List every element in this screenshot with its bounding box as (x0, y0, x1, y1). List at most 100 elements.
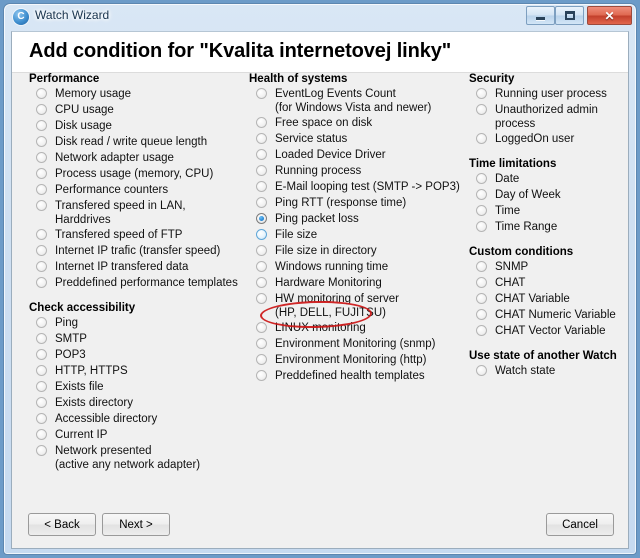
radio-option-accessible-directory[interactable]: Accessible directory (34, 412, 244, 427)
radio-option-preddefined-health-templates[interactable]: Preddefined health templates (254, 369, 469, 384)
close-button[interactable]: ✕ (587, 6, 632, 25)
radio-option-disk-usage[interactable]: Disk usage (34, 119, 244, 134)
radio-option-disk-read-write-queue-length[interactable]: Disk read / write queue length (34, 135, 244, 150)
radio-button-icon[interactable] (256, 149, 267, 160)
radio-option-running-user-process[interactable]: Running user process (474, 87, 628, 102)
radio-option-loggedon-user[interactable]: LoggedOn user (474, 132, 628, 147)
radio-option-hardware-monitoring[interactable]: Hardware Monitoring (254, 276, 469, 291)
radio-option-time[interactable]: Time (474, 204, 628, 219)
radio-option-file-size-in-directory[interactable]: File size in directory (254, 244, 469, 259)
radio-button-icon[interactable] (256, 165, 267, 176)
radio-button-icon[interactable] (36, 445, 47, 456)
radio-button-icon[interactable] (256, 261, 267, 272)
radio-button-icon[interactable] (36, 261, 47, 272)
radio-button-icon[interactable] (36, 277, 47, 288)
radio-button-icon[interactable] (256, 338, 267, 349)
radio-option-network-adapter-usage[interactable]: Network adapter usage (34, 151, 244, 166)
radio-button-icon[interactable] (36, 381, 47, 392)
radio-option-date[interactable]: Date (474, 172, 628, 187)
radio-button-icon[interactable] (36, 365, 47, 376)
radio-button-icon[interactable] (476, 309, 487, 320)
radio-option-ping[interactable]: Ping (34, 316, 244, 331)
minimize-button[interactable] (526, 6, 555, 25)
radio-button-icon[interactable] (36, 317, 47, 328)
radio-option-file-size[interactable]: File size (254, 228, 469, 243)
radio-option-free-space-on-disk[interactable]: Free space on disk (254, 116, 469, 131)
radio-option-transfered-speed-of-ftp[interactable]: Transfered speed of FTP (34, 228, 244, 243)
radio-option-performance-counters[interactable]: Performance counters (34, 183, 244, 198)
radio-button-icon[interactable] (36, 88, 47, 99)
radio-button-icon[interactable] (476, 221, 487, 232)
radio-option-chat-variable[interactable]: CHAT Variable (474, 292, 628, 307)
radio-button-icon[interactable] (36, 397, 47, 408)
radio-option-running-process[interactable]: Running process (254, 164, 469, 179)
cancel-button[interactable]: Cancel (546, 513, 614, 536)
radio-option-hw-monitoring-of-server[interactable]: HW monitoring of server (HP, DELL, FUJIT… (254, 292, 469, 320)
radio-option-current-ip[interactable]: Current IP (34, 428, 244, 443)
radio-option-cpu-usage[interactable]: CPU usage (34, 103, 244, 118)
back-button[interactable]: < Back (28, 513, 96, 536)
radio-option-http-https[interactable]: HTTP, HTTPS (34, 364, 244, 379)
radio-button-icon[interactable] (476, 205, 487, 216)
radio-button-icon[interactable] (256, 181, 267, 192)
radio-option-unauthorized-admin-process[interactable]: Unauthorized admin process (474, 103, 628, 131)
radio-option-watch-state[interactable]: Watch state (474, 364, 628, 379)
radio-button-icon[interactable] (256, 245, 267, 256)
radio-button-icon[interactable] (256, 370, 267, 381)
radio-option-snmp[interactable]: SNMP (474, 260, 628, 275)
radio-button-icon[interactable] (476, 88, 487, 99)
radio-button-icon[interactable] (476, 261, 487, 272)
title-bar[interactable]: C Watch Wizard ✕ (4, 4, 636, 31)
radio-option-transfered-speed-in-lan[interactable]: Transfered speed in LAN, Harddrives (34, 199, 244, 227)
radio-button-icon[interactable] (256, 277, 267, 288)
radio-button-icon[interactable] (476, 325, 487, 336)
radio-button-icon[interactable] (36, 413, 47, 424)
radio-button-icon[interactable] (36, 136, 47, 147)
radio-option-exists-directory[interactable]: Exists directory (34, 396, 244, 411)
radio-option-environment-monitoring-snmp[interactable]: Environment Monitoring (snmp) (254, 337, 469, 352)
radio-button-icon[interactable] (256, 354, 267, 365)
radio-button-icon[interactable] (36, 229, 47, 240)
radio-option-process-usage-memory-cpu[interactable]: Process usage (memory, CPU) (34, 167, 244, 182)
radio-option-eventlog-events-count[interactable]: EventLog Events Count (for Windows Vista… (254, 87, 469, 115)
radio-button-icon[interactable] (256, 117, 267, 128)
radio-button-icon[interactable] (256, 213, 267, 224)
radio-button-icon[interactable] (256, 322, 267, 333)
radio-option-preddefined-performance-templates[interactable]: Preddefined performance templates (34, 276, 244, 291)
radio-button-icon[interactable] (476, 104, 487, 115)
radio-option-e-mail-looping-test-smtp-pop3[interactable]: E-Mail looping test (SMTP -> POP3) (254, 180, 469, 195)
radio-option-chat-numeric-variable[interactable]: CHAT Numeric Variable (474, 308, 628, 323)
radio-option-time-range[interactable]: Time Range (474, 220, 628, 235)
radio-button-icon[interactable] (36, 120, 47, 131)
radio-option-internet-ip-trafic-transfer-speed[interactable]: Internet IP trafic (transfer speed) (34, 244, 244, 259)
radio-button-icon[interactable] (36, 349, 47, 360)
radio-button-icon[interactable] (36, 184, 47, 195)
radio-button-icon[interactable] (476, 365, 487, 376)
radio-button-icon[interactable] (36, 429, 47, 440)
radio-option-linux-monitoring[interactable]: LINUX monitoring (254, 321, 469, 336)
radio-option-ping-rtt-response-time[interactable]: Ping RTT (response time) (254, 196, 469, 211)
radio-button-icon[interactable] (256, 229, 267, 240)
radio-option-loaded-device-driver[interactable]: Loaded Device Driver (254, 148, 469, 163)
radio-option-environment-monitoring-http[interactable]: Environment Monitoring (http) (254, 353, 469, 368)
radio-button-icon[interactable] (36, 333, 47, 344)
radio-button-icon[interactable] (476, 277, 487, 288)
radio-option-internet-ip-transfered-data[interactable]: Internet IP transfered data (34, 260, 244, 275)
radio-button-icon[interactable] (256, 293, 267, 304)
radio-option-service-status[interactable]: Service status (254, 132, 469, 147)
radio-option-chat-vector-variable[interactable]: CHAT Vector Variable (474, 324, 628, 339)
maximize-button[interactable] (555, 6, 584, 25)
radio-button-icon[interactable] (476, 173, 487, 184)
radio-button-icon[interactable] (36, 168, 47, 179)
radio-button-icon[interactable] (36, 104, 47, 115)
radio-option-windows-running-time[interactable]: Windows running time (254, 260, 469, 275)
radio-button-icon[interactable] (256, 197, 267, 208)
radio-button-icon[interactable] (256, 133, 267, 144)
radio-button-icon[interactable] (36, 152, 47, 163)
radio-option-ping-packet-loss[interactable]: Ping packet loss (254, 212, 469, 227)
radio-option-chat[interactable]: CHAT (474, 276, 628, 291)
radio-option-network-presented[interactable]: Network presented (active any network ad… (34, 444, 244, 472)
radio-option-day-of-week[interactable]: Day of Week (474, 188, 628, 203)
radio-option-memory-usage[interactable]: Memory usage (34, 87, 244, 102)
radio-button-icon[interactable] (256, 88, 267, 99)
